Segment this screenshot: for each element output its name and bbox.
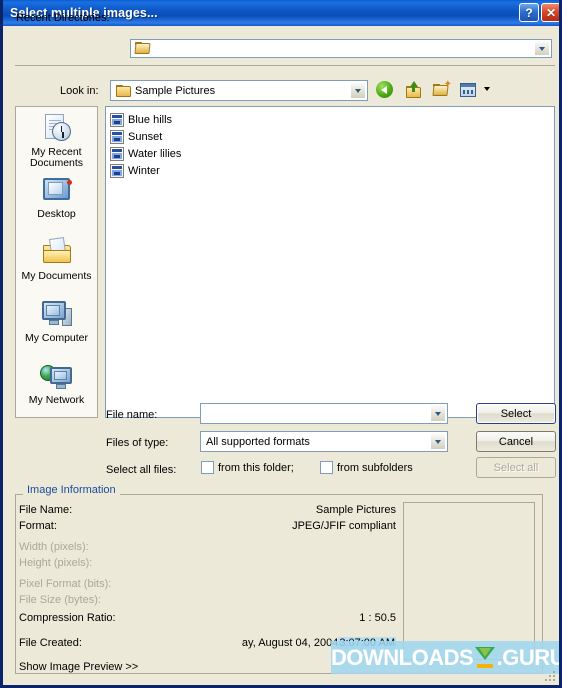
place-label: My Documents xyxy=(21,270,92,282)
select-all-button: Select all xyxy=(476,457,556,478)
image-file-icon xyxy=(110,129,124,144)
chevron-down-icon[interactable] xyxy=(350,82,366,99)
resize-grip[interactable] xyxy=(543,669,555,681)
files-of-type-label: Files of type: xyxy=(106,437,169,449)
recent-directories-combo[interactable] xyxy=(130,39,552,58)
info-label-file-name: File Name: xyxy=(19,504,73,516)
place-my-computer[interactable]: My Computer xyxy=(16,293,97,355)
places-bar: My Recent Documents Desktop My Documents… xyxy=(15,106,98,418)
files-of-type-select[interactable]: All supported formats xyxy=(200,431,448,452)
folder-icon xyxy=(116,85,132,98)
up-folder-icon[interactable] xyxy=(404,81,424,100)
place-my-network[interactable]: My Network xyxy=(16,355,97,417)
look-in-label: Look in: xyxy=(60,85,99,97)
select-button[interactable]: Select xyxy=(476,403,556,424)
separator xyxy=(15,65,555,66)
place-my-recent-documents[interactable]: My Recent Documents xyxy=(16,107,97,169)
place-label: Desktop xyxy=(37,208,76,220)
checkbox-from-this-folder[interactable]: from this folder; xyxy=(201,461,294,474)
show-image-preview-link[interactable]: Show Image Preview >> xyxy=(19,661,138,673)
look-in-combo[interactable]: Sample Pictures xyxy=(110,80,368,101)
desktop-icon xyxy=(39,175,75,207)
files-of-type-value: All supported formats xyxy=(206,435,310,448)
file-name: Blue hills xyxy=(128,113,173,126)
place-desktop[interactable]: Desktop xyxy=(16,169,97,231)
checkbox-label: from subfolders xyxy=(337,461,413,474)
file-list[interactable]: Blue hills Sunset Water lilies Winter xyxy=(105,106,555,418)
info-label-height: Height (pixels): xyxy=(19,557,93,569)
views-icon[interactable] xyxy=(460,81,490,100)
my-documents-icon xyxy=(39,237,75,269)
info-label-file-created: File Created: xyxy=(19,637,82,649)
info-label-file-size: File Size (bytes): xyxy=(19,594,101,606)
info-label-pixel-format: Pixel Format (bits): xyxy=(19,578,112,590)
recent-documents-icon xyxy=(39,113,75,145)
select-all-files-label: Select all files: xyxy=(106,464,177,476)
image-preview-box xyxy=(403,502,535,660)
my-network-icon xyxy=(39,361,75,393)
image-file-icon xyxy=(110,146,124,161)
chevron-down-icon[interactable] xyxy=(430,433,446,450)
checkbox-box[interactable] xyxy=(201,461,214,474)
file-created-date: ay, August 04, 2004 xyxy=(241,637,339,649)
file-name-input[interactable] xyxy=(200,403,448,424)
info-value-file-name: Sample Pictures xyxy=(315,504,396,516)
chevron-down-icon[interactable] xyxy=(534,41,550,56)
close-icon[interactable]: ✕ xyxy=(541,3,559,22)
window-controls: ? ✕ xyxy=(519,3,559,22)
file-name: Water lilies xyxy=(128,147,182,160)
list-item[interactable]: Winter xyxy=(110,162,554,179)
image-file-icon xyxy=(110,112,124,127)
look-in-value: Sample Pictures xyxy=(135,84,216,97)
my-computer-icon xyxy=(39,299,75,331)
list-item[interactable]: Blue hills xyxy=(110,111,554,128)
checkbox-box[interactable] xyxy=(320,461,333,474)
info-label-format: Format: xyxy=(19,520,57,532)
info-value-file-created: ay, August 04, 20043:07:00 AM xyxy=(242,637,396,649)
checkbox-from-subfolders[interactable]: from subfolders xyxy=(320,461,413,474)
recent-directories-label: Recent Directories: xyxy=(16,12,110,24)
chevron-down-icon[interactable] xyxy=(430,405,446,422)
help-button[interactable]: ? xyxy=(519,3,539,22)
file-name: Sunset xyxy=(128,130,163,143)
place-label: My Computer xyxy=(24,332,88,344)
info-value-format: JPEG/JFIF compliant xyxy=(292,520,396,532)
open-folder-icon xyxy=(134,42,151,55)
cancel-button[interactable]: Cancel xyxy=(476,431,556,452)
image-information-title: Image Information xyxy=(23,484,120,496)
place-my-documents[interactable]: My Documents xyxy=(16,231,97,293)
navigation-toolbar: ✦ xyxy=(376,80,490,100)
info-value-compression-ratio: 1 : 50.5 xyxy=(359,612,396,624)
list-item[interactable]: Sunset xyxy=(110,128,554,145)
image-file-icon xyxy=(110,163,124,178)
file-name-label: File name: xyxy=(106,409,158,421)
file-created-time: 3:07:00 AM xyxy=(338,637,396,649)
list-item[interactable]: Water lilies xyxy=(110,145,554,162)
new-folder-icon[interactable]: ✦ xyxy=(432,80,452,100)
info-label-compression-ratio: Compression Ratio: xyxy=(19,612,116,624)
info-label-width: Width (pixels): xyxy=(19,541,89,553)
select-images-dialog: Select multiple images... ? ✕ Recent Dir… xyxy=(0,0,562,688)
checkbox-label: from this folder; xyxy=(218,461,294,474)
place-label: My Network xyxy=(28,394,85,406)
file-name: Winter xyxy=(128,164,160,177)
place-label: My Recent Documents xyxy=(29,146,84,169)
back-icon[interactable] xyxy=(376,81,396,100)
